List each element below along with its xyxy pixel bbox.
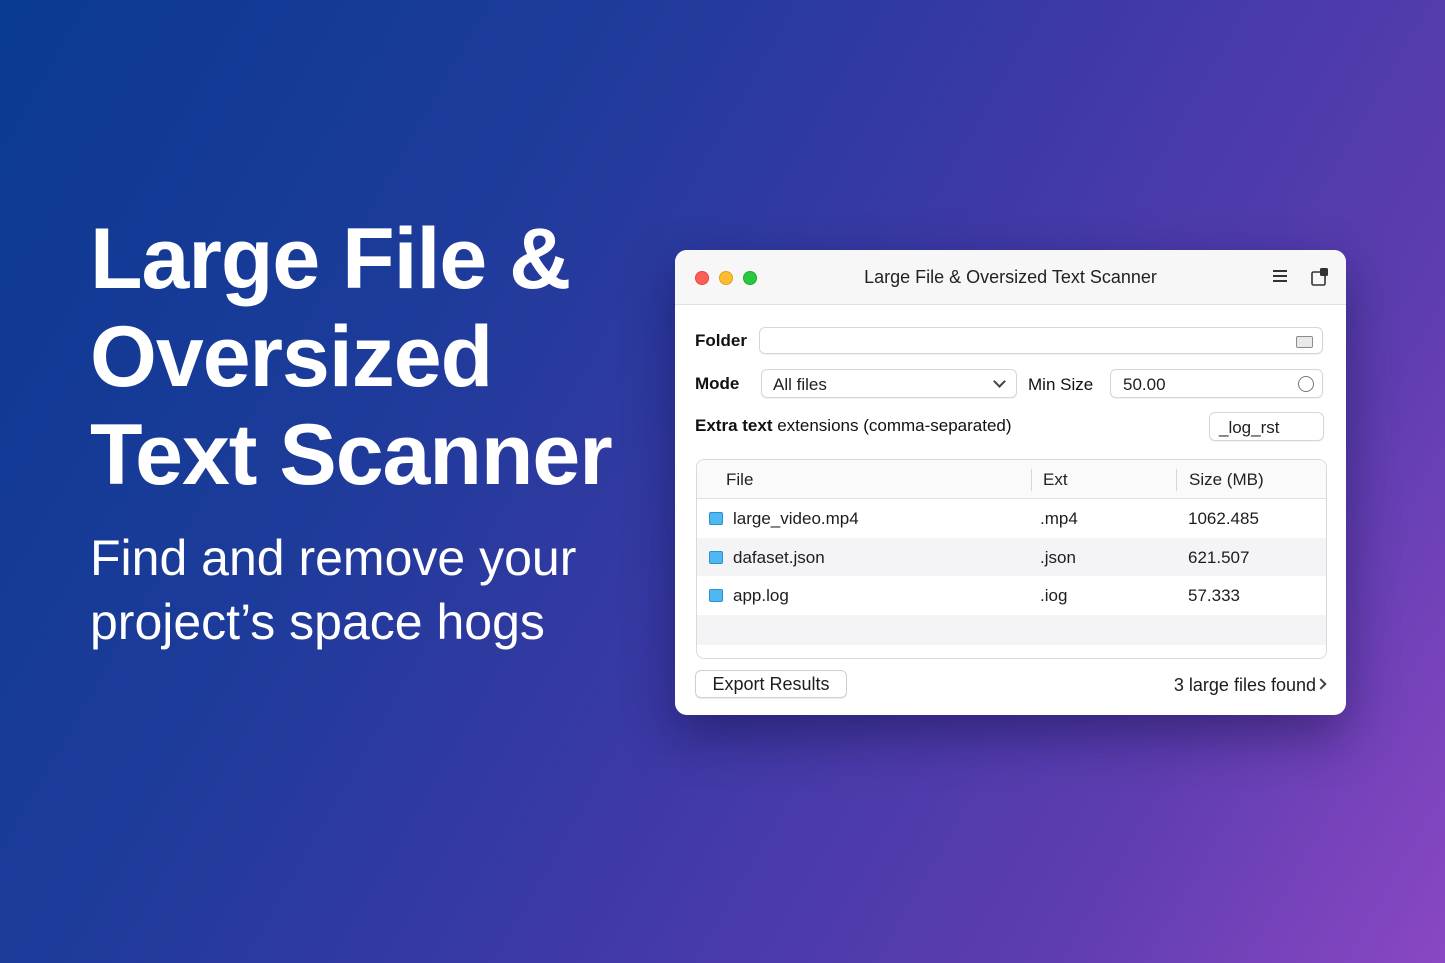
table-row[interactable]: large_video.mp4 .mp4 1062.485 [697, 499, 1326, 538]
results-table: File Ext Size (MB) large_video.mp4 .mp4 … [696, 459, 1327, 659]
hero: Large File & Oversized Text Scanner Find… [90, 210, 650, 654]
ext-value: _log_rst [1219, 418, 1280, 437]
folder-label: Folder [695, 331, 747, 350]
min-size-label: Min Size [1028, 375, 1094, 394]
table-header: File Ext Size (MB) [697, 460, 1326, 499]
cell-ext: .json [1040, 547, 1076, 567]
mode-label: Mode [695, 374, 740, 393]
file-icon [709, 550, 723, 564]
ext-label: Extra text extensions (comma-separated) [695, 416, 1012, 436]
ext-label-rest: extensions (comma-separated) [772, 416, 1012, 435]
cell-size: 621.507 [1188, 547, 1250, 567]
min-size-field[interactable]: 50.00 [1110, 369, 1323, 398]
folder-field[interactable] [759, 327, 1323, 354]
popout-icon[interactable] [1310, 267, 1330, 287]
table-empty-row [697, 614, 1326, 645]
stepper-icon[interactable] [1298, 376, 1314, 392]
window-title: Large File & Oversized Text Scanner [864, 267, 1157, 287]
table-row[interactable]: dafaset.json .json 621.507 [697, 537, 1326, 576]
column-divider [1176, 469, 1177, 491]
cell-ext: .iog [1040, 586, 1068, 605]
title-bar: Large File & Oversized Text Scanner [675, 250, 1346, 305]
column-ext[interactable]: Ext [1043, 470, 1068, 490]
mode-value: All files [773, 375, 827, 394]
file-icon [709, 589, 723, 602]
export-results-button[interactable]: Export Results [695, 670, 847, 698]
ext-label-bold: Extra text [695, 416, 773, 435]
hero-subtitle: Find and remove your project’s space hog… [90, 530, 577, 650]
chevron-down-icon [993, 375, 1006, 388]
column-size[interactable]: Size (MB) [1189, 470, 1264, 490]
menu-icon[interactable] [1270, 267, 1290, 287]
min-size-value: 50.00 [1123, 375, 1166, 394]
column-file[interactable]: File [726, 470, 753, 490]
cell-size: 57.333 [1188, 586, 1240, 605]
status-text[interactable]: 3 large files found [1174, 675, 1316, 696]
file-icon [709, 512, 723, 525]
drive-icon[interactable] [1296, 336, 1313, 348]
column-divider [1031, 469, 1032, 491]
mode-select[interactable]: All files [761, 369, 1017, 398]
app-window: Large File & Oversized Text Scanner Fold… [675, 250, 1346, 715]
cell-size: 1062.485 [1188, 509, 1259, 528]
chevron-right-icon[interactable] [1315, 678, 1327, 690]
cell-file: large_video.mp4 [733, 509, 859, 528]
table-row[interactable]: app.log .iog 57.333 [697, 576, 1326, 615]
ext-field[interactable]: _log_rst [1209, 412, 1324, 441]
hero-title: Large File & Oversized Text Scanner [90, 211, 613, 503]
cell-file: dafaset.json [733, 547, 825, 567]
cell-ext: .mp4 [1040, 509, 1078, 528]
cell-file: app.log [733, 586, 789, 605]
